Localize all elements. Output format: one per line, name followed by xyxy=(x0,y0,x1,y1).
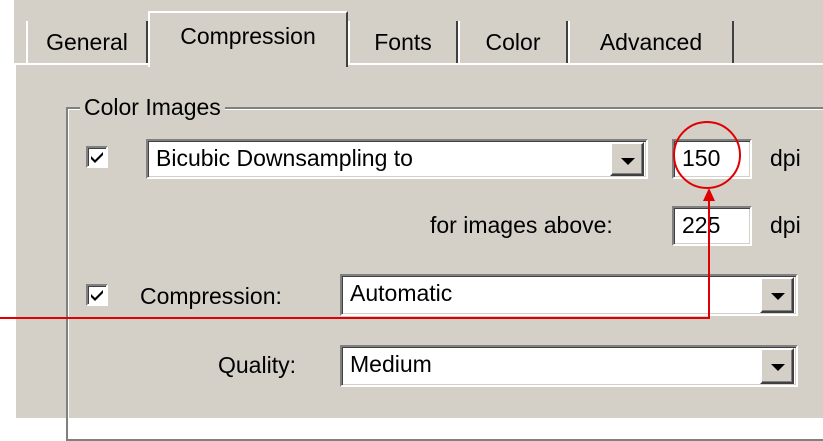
tab-compression-label: Compression xyxy=(180,23,316,49)
dropdown-arrow-icon xyxy=(621,158,635,165)
compression-checkbox[interactable] xyxy=(86,284,108,306)
tab-fonts[interactable]: Fonts xyxy=(348,21,458,63)
checkmark-icon xyxy=(91,152,103,163)
compression-value: Automatic xyxy=(350,280,453,306)
compression-dropdown-button[interactable] xyxy=(760,277,794,313)
tab-fonts-label: Fonts xyxy=(374,29,432,55)
downsampling-method-select[interactable]: Bicubic Downsampling to xyxy=(146,139,648,179)
images-above-dpi-value: 225 xyxy=(682,212,721,238)
tab-color[interactable]: Color xyxy=(458,21,568,63)
panel-left-border xyxy=(14,63,16,418)
quality-dropdown-button[interactable] xyxy=(760,348,794,384)
tab-general[interactable]: General xyxy=(26,21,148,63)
tab-advanced[interactable]: Advanced xyxy=(568,21,734,63)
downsampling-dpi-value: 150 xyxy=(682,145,721,171)
images-above-label: for images above: xyxy=(430,212,613,238)
downsampling-checkbox[interactable] xyxy=(86,146,108,168)
downsampling-dpi-input[interactable]: 150 xyxy=(672,139,752,179)
checkmark-icon xyxy=(91,290,103,301)
dropdown-arrow-icon xyxy=(771,293,785,300)
compression-label: Compression: xyxy=(140,283,282,309)
tab-color-label: Color xyxy=(485,29,541,55)
downsampling-method-dropdown-button[interactable] xyxy=(610,142,644,176)
color-images-group-title: Color Images xyxy=(80,94,225,120)
downsampling-dpi-unit: dpi xyxy=(770,145,801,171)
quality-label: Quality: xyxy=(218,352,296,378)
tab-advanced-label: Advanced xyxy=(599,29,703,55)
quality-select[interactable]: Medium xyxy=(340,345,798,387)
tab-general-label: General xyxy=(46,29,128,55)
tab-strip-border xyxy=(14,63,823,65)
images-above-dpi-input[interactable]: 225 xyxy=(672,206,752,246)
compression-select[interactable]: Automatic xyxy=(340,274,798,316)
quality-value: Medium xyxy=(350,351,432,377)
images-above-dpi-unit: dpi xyxy=(770,212,801,238)
downsampling-method-value: Bicubic Downsampling to xyxy=(156,145,413,171)
dropdown-arrow-icon xyxy=(771,364,785,371)
tab-compression[interactable]: Compression xyxy=(148,11,348,67)
